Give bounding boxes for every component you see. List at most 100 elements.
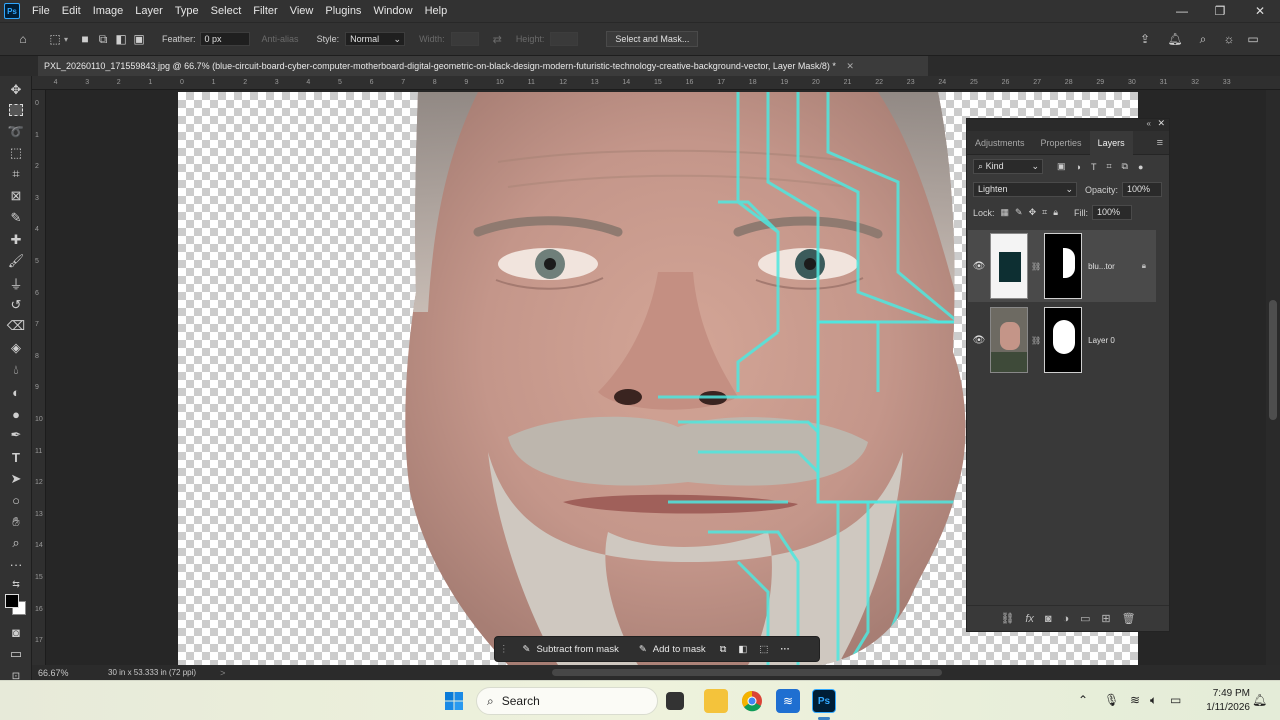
screen-mode-icon[interactable]: ▭ [6,644,26,664]
fill-input[interactable]: 100% [1092,205,1132,220]
menu-type[interactable]: Type [169,0,205,22]
notification-bell-icon[interactable]: 🔔︎ [1252,693,1267,707]
delete-layer-icon[interactable]: 🗑︎ [1122,612,1136,625]
subtract-from-mask-button[interactable]: Subtract from mask [536,644,618,655]
new-group-icon[interactable]: ▭ [1080,612,1090,625]
mask-refine-icon[interactable]: ⬚ [759,644,768,655]
link-icon[interactable]: ⛓︎ [1031,336,1041,345]
wifi-icon[interactable]: ≋ [1130,693,1140,707]
more-options-icon[interactable]: ··· [780,644,790,655]
lock-position-icon[interactable]: ✥ [1029,207,1037,218]
menu-plugins[interactable]: Plugins [319,0,367,22]
minimize-icon[interactable]: — [1162,0,1202,22]
object-selection-tool-icon[interactable]: ⬚ [6,143,26,163]
quick-mask-icon[interactable]: ◙ [6,622,26,642]
layer-name[interactable]: blu...tor [1088,262,1115,271]
intersect-selection-icon[interactable]: ▣ [130,30,148,48]
menu-select[interactable]: Select [205,0,248,22]
search-icon[interactable]: ⌕ [1194,30,1212,48]
chevron-down-icon[interactable]: ▾ [64,35,68,44]
vertical-scrollbar[interactable] [1266,90,1280,665]
history-brush-tool-icon[interactable]: ↺ [6,295,26,315]
add-mask-icon[interactable]: ◙ [1045,613,1052,625]
menu-help[interactable]: Help [419,0,454,22]
close-tab-icon[interactable]: ✕ [846,61,854,71]
menu-filter[interactable]: Filter [247,0,283,22]
marquee-preset-icon[interactable]: ⬚ [46,30,64,48]
move-tool-icon[interactable]: ✥ [6,80,26,100]
crop-tool-icon[interactable]: ⌗ [6,164,26,184]
eyedropper-tool-icon[interactable]: ✎ [6,208,26,228]
menu-layer[interactable]: Layer [129,0,169,22]
fx-icon[interactable]: fx [1025,613,1034,625]
layer-mask-thumbnail[interactable] [1044,233,1083,299]
link-icon[interactable]: ⛓︎ [1031,262,1041,271]
swap-icon[interactable]: ⇄ [493,33,502,46]
scrollbar-thumb[interactable] [1269,300,1277,420]
adjustment-layer-icon[interactable]: ◑ [1062,613,1069,625]
eye-icon[interactable]: 👁︎ [968,261,990,272]
layer-name[interactable]: Layer 0 [1088,336,1115,345]
layer-thumbnail[interactable] [990,307,1028,373]
layer-row-circuit[interactable]: 👁︎ ⛓︎ blu...tor 🔒︎ [968,230,1156,302]
menu-view[interactable]: View [284,0,320,22]
panel-menu-icon[interactable]: ≡ [1157,137,1163,149]
tab-layers[interactable]: Layers [1089,130,1133,155]
height-input[interactable] [550,32,579,46]
blend-mode-select[interactable]: Lighten ⌄ [973,182,1077,197]
path-selection-tool-icon[interactable]: ➤ [6,469,26,489]
zoom-level[interactable]: 66.67% [38,668,94,678]
chevron-up-icon[interactable]: ⌃ [1078,693,1088,707]
task-view-icon[interactable] [666,692,684,710]
close-panel-icon[interactable]: ✕ [1157,118,1165,129]
status-menu-arrow[interactable]: > [220,668,225,678]
add-selection-icon[interactable]: ⧉ [94,30,112,48]
healing-brush-tool-icon[interactable]: ✚ [6,230,26,250]
paint-bucket-tool-icon[interactable]: ◈ [6,338,26,358]
restore-icon[interactable]: ❐ [1200,0,1240,22]
app-icon[interactable]: ≋ [776,689,800,713]
invert-mask-icon[interactable]: ◧ [738,644,747,655]
lock-image-icon[interactable]: ✎ [1015,207,1023,218]
drag-handle-icon[interactable]: ⋮ [499,644,509,655]
workspace-icon[interactable]: ▭ [1244,30,1262,48]
tab-properties[interactable]: Properties [1033,131,1090,155]
menu-window[interactable]: Window [367,0,418,22]
mask-options-icon[interactable]: ⧉ [720,644,727,655]
lock-transparent-icon[interactable]: ▦ [1001,207,1010,218]
add-to-mask-button[interactable]: Add to mask [653,644,706,655]
hand-tool-icon[interactable]: ✋︎ [6,512,26,532]
filter-type-icon[interactable]: T [1091,162,1097,172]
bell-icon[interactable]: 🔔︎ [1166,30,1184,48]
layer-thumbnail[interactable] [990,233,1028,299]
pen-tool-icon[interactable]: ✒︎ [6,425,26,445]
tab-adjustments[interactable]: Adjustments [967,131,1033,155]
filter-smart-object-icon[interactable]: ⧉ [1122,161,1128,172]
marquee-tool-icon[interactable] [9,104,23,116]
style-select[interactable]: Normal ⌄ [345,32,406,46]
collapse-panel-icon[interactable]: « [1147,119,1151,128]
select-and-mask-button[interactable]: Select and Mask... [606,31,699,47]
foreground-color-swatch[interactable] [5,594,19,608]
antialias-checkbox[interactable]: Anti-alias [262,34,299,44]
subtract-selection-icon[interactable]: ◧ [112,30,130,48]
layer-mask-thumbnail[interactable] [1044,307,1083,373]
frame-tool-icon[interactable]: ⊠ [6,186,26,206]
close-icon[interactable]: ✕ [1240,0,1280,22]
system-clock[interactable]: 7:49 PM 1/11/2026 [1190,687,1250,715]
menu-image[interactable]: Image [87,0,130,22]
horizontal-scrollbar[interactable] [552,669,942,676]
lock-all-icon[interactable]: 🔒︎ [1053,207,1058,218]
width-input[interactable] [450,32,479,46]
eye-icon[interactable]: 👁︎ [968,335,990,346]
zoom-tool-icon[interactable]: ⌕ [6,533,26,553]
opacity-input[interactable]: 100% [1122,182,1163,197]
sponge-tool-icon[interactable]: ● [6,404,26,424]
filter-toggle-icon[interactable]: ● [1138,162,1143,172]
dodge-tool-icon[interactable]: ◐ [6,382,26,402]
feather-input[interactable]: 0 px [199,32,250,46]
file-explorer-icon[interactable] [704,689,728,713]
eraser-tool-icon[interactable]: ⌫ [6,316,26,336]
ellipse-tool-icon[interactable]: ○ [6,490,26,510]
volume-icon[interactable]: 🔈︎ [1150,693,1157,708]
